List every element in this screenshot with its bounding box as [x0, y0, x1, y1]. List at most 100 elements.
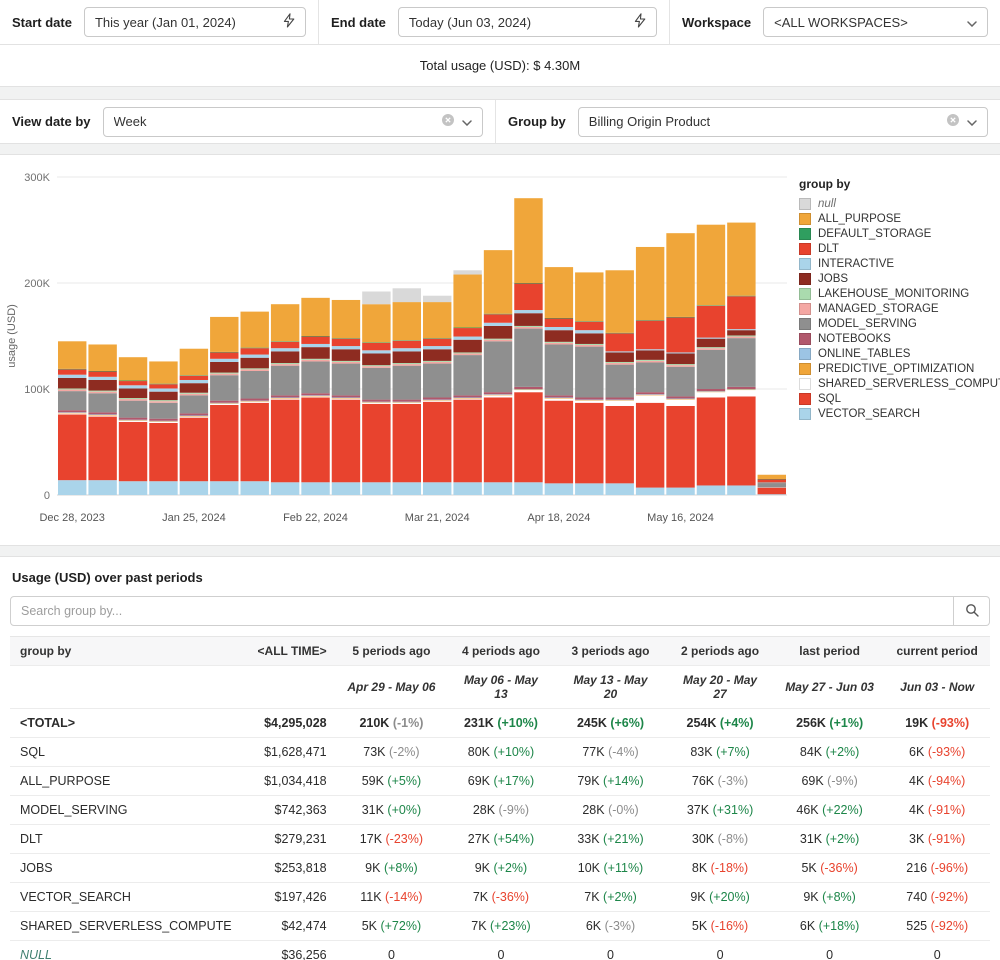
column-header-5-periods-ago[interactable]: 5 periods ago — [337, 637, 447, 666]
bar-segment-PREDICTIVE_OPTIMIZATION[interactable] — [606, 400, 634, 401]
bar-segment-INTERACTIVE[interactable] — [241, 355, 269, 358]
column-header-2-periods-ago[interactable]: 2 periods ago — [665, 637, 775, 666]
bar-segment-SHARED_SERVERLESS_COMPUTE[interactable] — [484, 395, 512, 397]
bar-segment-SQL[interactable] — [484, 397, 512, 482]
bar-segment-LAKEHOUSE_MONITORING[interactable] — [545, 342, 573, 343]
bar-segment-MODEL_SERVING[interactable] — [88, 393, 116, 412]
bar-segment-NOTEBOOKS[interactable] — [362, 400, 390, 402]
bar-segment-MODEL_SERVING[interactable] — [636, 363, 664, 393]
bar-segment-NOTEBOOKS[interactable] — [88, 412, 116, 414]
bar-segment-JOBS[interactable] — [636, 350, 664, 360]
bar-segment-DLT[interactable] — [393, 341, 421, 348]
bar-segment-VECTOR_SEARCH[interactable] — [606, 483, 634, 495]
bar-segment-DLT[interactable] — [484, 314, 512, 322]
bar-segment-DEFAULT_STORAGE[interactable] — [484, 314, 512, 315]
bar-segment-JOBS[interactable] — [697, 339, 725, 347]
bar-segment-DEFAULT_STORAGE[interactable] — [636, 320, 664, 321]
bar-segment-DEFAULT_STORAGE[interactable] — [180, 375, 208, 376]
bar-segment-VECTOR_SEARCH[interactable] — [58, 480, 86, 495]
bar-segment-DEFAULT_STORAGE[interactable] — [423, 338, 451, 339]
bar-segment-VECTOR_SEARCH[interactable] — [666, 488, 694, 495]
bar-segment-JOBS[interactable] — [727, 330, 755, 335]
bar-segment-PREDICTIVE_OPTIMIZATION[interactable] — [453, 398, 481, 399]
bar-segment-DLT[interactable] — [271, 342, 299, 348]
lightning-bolt-icon[interactable] — [634, 13, 646, 31]
bar-segment-SHARED_SERVERLESS_COMPUTE[interactable] — [575, 401, 603, 403]
bar-segment-ALL_PURPOSE[interactable] — [332, 300, 360, 338]
bar-segment-DEFAULT_STORAGE[interactable] — [301, 336, 329, 337]
bar-segment-SQL[interactable] — [758, 488, 786, 494]
bar-segment-ALL_PURPOSE[interactable] — [210, 317, 238, 352]
bar-segment-MANAGED_STORAGE[interactable] — [697, 348, 725, 350]
bar-segment-ONLINE_TABLES[interactable] — [210, 403, 238, 404]
bar-segment-MANAGED_STORAGE[interactable] — [636, 361, 664, 363]
bar-segment-MANAGED_STORAGE[interactable] — [119, 399, 147, 401]
bar-segment-PREDICTIVE_OPTIMIZATION[interactable] — [423, 400, 451, 401]
bar-segment-JOBS[interactable] — [484, 326, 512, 339]
bar-segment-PREDICTIVE_OPTIMIZATION[interactable] — [58, 413, 86, 414]
bar-segment-ALL_PURPOSE[interactable] — [271, 304, 299, 341]
bar-segment-SQL[interactable] — [301, 397, 329, 482]
bar-segment-ALL_PURPOSE[interactable] — [484, 250, 512, 314]
bar-segment-MANAGED_STORAGE[interactable] — [180, 394, 208, 396]
bar-segment-MANAGED_STORAGE[interactable] — [606, 363, 634, 365]
legend-item-VECTOR_SEARCH[interactable]: VECTOR_SEARCH — [799, 408, 989, 420]
bar-segment-SQL[interactable] — [393, 404, 421, 482]
bar-segment-JOBS[interactable] — [606, 352, 634, 362]
bar-segment-ONLINE_TABLES[interactable] — [697, 391, 725, 392]
bar-segment-NOTEBOOKS[interactable] — [271, 395, 299, 397]
bar-segment-ALL_PURPOSE[interactable] — [58, 341, 86, 369]
bar-segment-LAKEHOUSE_MONITORING[interactable] — [636, 360, 664, 361]
bar-segment-SHARED_SERVERLESS_COMPUTE[interactable] — [149, 422, 177, 423]
bar-segment-LAKEHOUSE_MONITORING[interactable] — [241, 368, 269, 369]
bar-segment-MANAGED_STORAGE[interactable] — [58, 390, 86, 392]
bar-segment-MODEL_SERVING[interactable] — [545, 344, 573, 395]
legend-item-DLT[interactable]: DLT — [799, 243, 989, 255]
legend-item-SQL[interactable]: SQL — [799, 393, 989, 405]
bar-segment-JOBS[interactable] — [362, 353, 390, 365]
bar-segment-DLT[interactable] — [727, 296, 755, 329]
bar-segment-SQL[interactable] — [423, 402, 451, 483]
bar-segment-SHARED_SERVERLESS_COMPUTE[interactable] — [362, 403, 390, 404]
legend-item-MANAGED_STORAGE[interactable]: MANAGED_STORAGE — [799, 303, 989, 315]
bar-segment-NOTEBOOKS[interactable] — [423, 397, 451, 399]
bar-segment-LAKEHOUSE_MONITORING[interactable] — [362, 365, 390, 366]
bar-segment-SQL[interactable] — [210, 405, 238, 481]
bar-segment-ALL_PURPOSE[interactable] — [666, 233, 694, 317]
bar-segment-ALL_PURPOSE[interactable] — [545, 267, 573, 318]
bar-segment-DEFAULT_STORAGE[interactable] — [697, 305, 725, 306]
bar-segment-JOBS[interactable] — [393, 351, 421, 363]
bar-segment-SQL[interactable] — [180, 418, 208, 482]
bar-segment-null[interactable] — [393, 288, 421, 302]
lightning-bolt-icon[interactable] — [283, 13, 295, 31]
legend-item-ONLINE_TABLES[interactable]: ONLINE_TABLES — [799, 348, 989, 360]
bar-segment-DLT[interactable] — [423, 339, 451, 346]
bar-segment-ALL_PURPOSE[interactable] — [241, 312, 269, 348]
bar-segment-SHARED_SERVERLESS_COMPUTE[interactable] — [545, 399, 573, 401]
bar-segment-JOBS[interactable] — [149, 392, 177, 400]
bar-segment-PREDICTIVE_OPTIMIZATION[interactable] — [636, 395, 664, 396]
end-date-input[interactable]: Today (Jun 03, 2024) — [398, 7, 657, 37]
bar-segment-NOTEBOOKS[interactable] — [453, 395, 481, 397]
bar-segment-SQL[interactable] — [545, 401, 573, 484]
bar-segment-DEFAULT_STORAGE[interactable] — [514, 283, 542, 284]
bar-segment-DLT[interactable] — [301, 337, 329, 344]
bar-segment-INTERACTIVE[interactable] — [301, 344, 329, 347]
bar-segment-ALL_PURPOSE[interactable] — [180, 349, 208, 376]
bar-segment-DLT[interactable] — [545, 319, 573, 327]
bar-segment-ALL_PURPOSE[interactable] — [119, 357, 147, 380]
bar-segment-NOTEBOOKS[interactable] — [210, 401, 238, 403]
bar-segment-LAKEHOUSE_MONITORING[interactable] — [423, 361, 451, 362]
bar-segment-MODEL_SERVING[interactable] — [58, 391, 86, 410]
bar-segment-DLT[interactable] — [636, 321, 664, 350]
bar-segment-VECTOR_SEARCH[interactable] — [271, 482, 299, 495]
bar-segment-SHARED_SERVERLESS_COMPUTE[interactable] — [727, 390, 755, 396]
bar-segment-MODEL_SERVING[interactable] — [332, 364, 360, 396]
bar-segment-ALL_PURPOSE[interactable] — [606, 270, 634, 333]
bar-segment-ONLINE_TABLES[interactable] — [301, 395, 329, 396]
bar-segment-VECTOR_SEARCH[interactable] — [362, 482, 390, 495]
bar-segment-MANAGED_STORAGE[interactable] — [332, 362, 360, 364]
bar-segment-ONLINE_TABLES[interactable] — [545, 397, 573, 398]
bar-segment-PREDICTIVE_OPTIMIZATION[interactable] — [180, 416, 208, 417]
bar-segment-PREDICTIVE_OPTIMIZATION[interactable] — [119, 420, 147, 421]
